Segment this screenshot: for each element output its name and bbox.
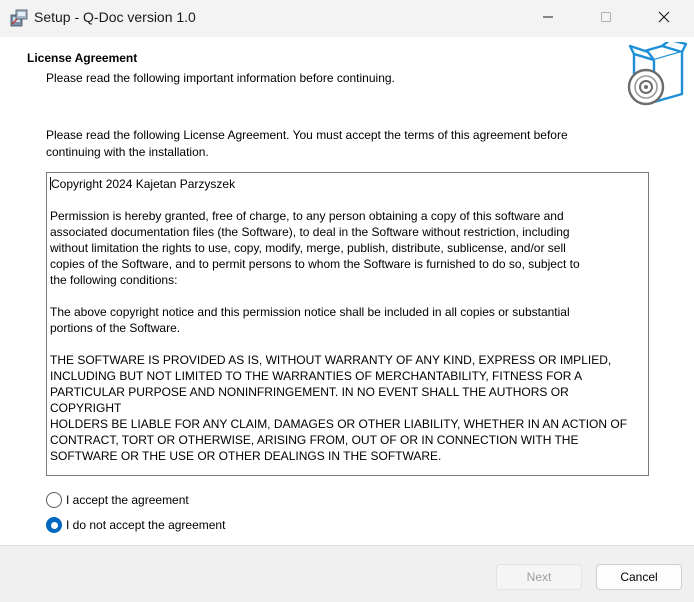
minimize-button[interactable] [525,0,571,37]
decline-radio[interactable] [46,517,62,533]
instructions-text: Please read the following License Agreem… [46,127,646,161]
license-copyright: Copyright 2024 Kajetan Parzyszek [50,176,640,192]
instructions-line-1: Please read the following License Agreem… [46,128,568,142]
close-icon [658,11,670,26]
decline-agreement-option[interactable]: I do not accept the agreement [46,517,225,533]
maximize-icon [600,11,612,26]
close-button[interactable] [641,0,687,37]
setup-installer-icon [9,8,29,28]
instructions-line-2: continuing with the installation. [46,145,209,159]
accept-label: I accept the agreement [66,493,189,507]
box-with-disc-icon [626,38,690,106]
maximize-button[interactable] [583,0,629,37]
license-notice: The above copyright notice and this perm… [50,305,570,335]
accept-agreement-option[interactable]: I accept the agreement [46,492,189,508]
next-button[interactable]: Next [496,564,582,590]
license-text-area[interactable]: Copyright 2024 Kajetan Parzyszek Permiss… [46,172,649,476]
wizard-body: Please read the following License Agreem… [0,112,694,545]
minimize-icon [542,11,554,26]
license-permission: Permission is hereby granted, free of ch… [50,209,580,287]
cancel-button[interactable]: Cancel [596,564,682,590]
accept-radio[interactable] [46,492,62,508]
page-subtitle: Please read the following important info… [46,71,395,85]
decline-label: I do not accept the agreement [66,518,226,532]
title-bar[interactable]: Setup - Q-Doc version 1.0 [0,0,694,37]
license-warranty: THE SOFTWARE IS PROVIDED AS IS, WITHOUT … [50,353,628,463]
window-title: Setup - Q-Doc version 1.0 [34,9,196,25]
page-title: License Agreement [27,51,138,65]
wizard-header: License Agreement Please read the follow… [0,37,694,112]
wizard-footer: Next Cancel [0,545,694,602]
